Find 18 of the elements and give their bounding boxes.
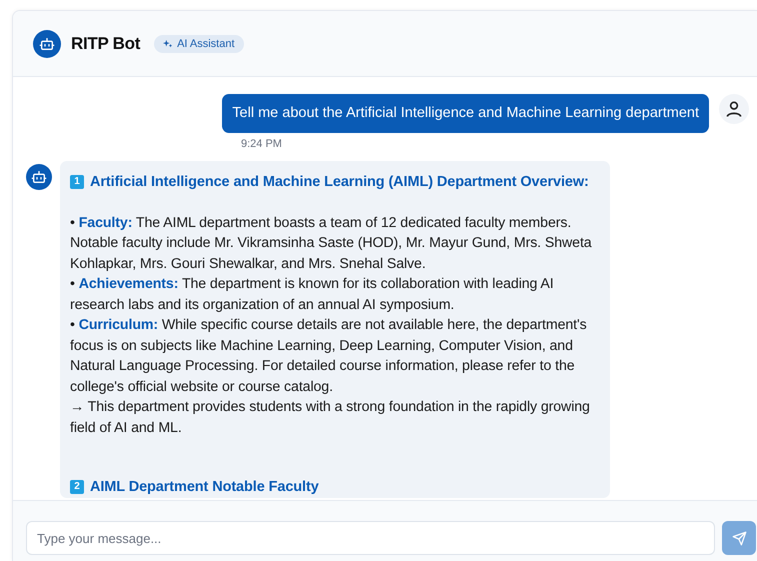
sparkle-icon	[163, 38, 174, 48]
assistant-badge: AI Assistant	[154, 34, 244, 52]
number-badge: 2	[70, 480, 84, 494]
message-paragraph: → This department provides students with a strong foundation in the rapidly growing field of AI and ML.	[70, 398, 591, 438]
message-paragraph: • Achievements: The department is known for its collaboration with leading AI research labs and its organization of an annual AI symposium.	[70, 275, 555, 314]
user-message: Tell me about the Artificial Intelligence and Machine Learning department	[222, 94, 709, 133]
bot-avatar-icon	[33, 30, 61, 58]
number-badge: 1	[70, 175, 84, 190]
message-paragraph: • Faculty: The AIML department boasts a team of 12 dedicated faculty members. Notable faculty include Mr. Vikramsinha Saste (HOD), Mr. Mayur Gund, Mrs. Shweta Kohlapkar, Mrs. Gouri Shewalkar, and Mrs. Snehal Salve.	[70, 214, 593, 274]
message-time: 9:24 PM	[241, 138, 283, 150]
message-paragraph: • Curriculum: While specific course details are not available here, the department's focus is on subjects like Machine Learning, Deep Learning, Computer Vision, and Natural Language Processing. For detailed course information, please refer to the college's official website or course catalog.	[70, 316, 588, 396]
message-input[interactable]: Type your message...	[26, 521, 715, 555]
send-icon	[732, 530, 746, 546]
section-heading: AIML Department Notable Faculty	[90, 478, 319, 497]
bot-avatar-icon	[26, 164, 52, 190]
user-avatar-icon	[719, 94, 749, 124]
section-heading: Artificial Intelligence and Machine Learning (AIML) Department Overview:	[90, 173, 589, 192]
bot-title: RITP Bot	[71, 34, 140, 54]
